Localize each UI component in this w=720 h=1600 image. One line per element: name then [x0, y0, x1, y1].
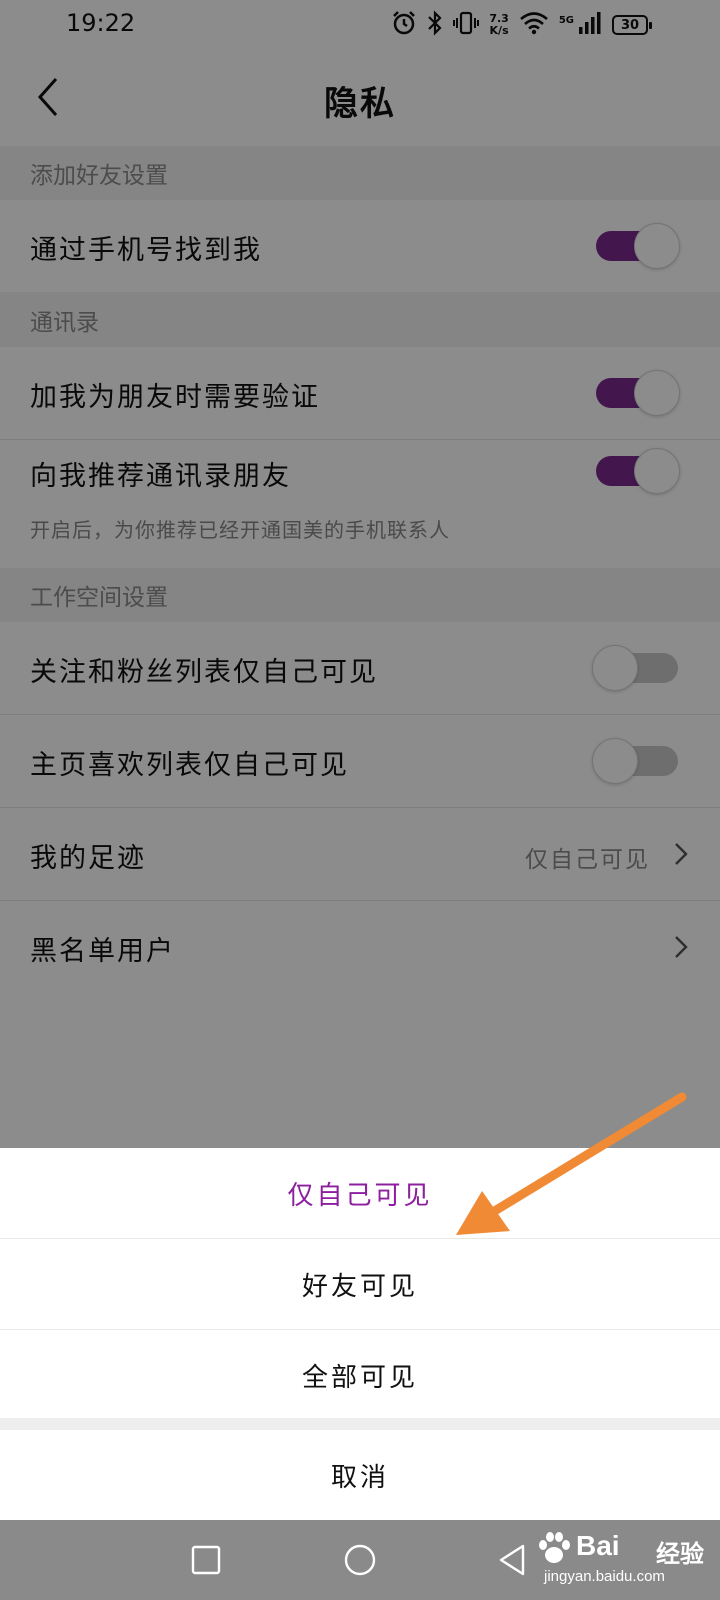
watermark-brand: Bai: [576, 1530, 620, 1561]
baidu-jingyan-watermark: Bai 经验 jingyan.baidu.com: [536, 1528, 706, 1592]
cancel-button[interactable]: 取消: [0, 1430, 720, 1520]
recent-apps-icon[interactable]: [186, 1540, 226, 1580]
paw-logo-icon: [539, 1532, 570, 1563]
sheet-gap: [0, 1418, 720, 1430]
privacy-screen: 19:22 7.3 K/s 5G 30 隐私 添加好友设置 通过手机号找到我 通…: [0, 0, 720, 1600]
option-everyone[interactable]: 全部可见: [0, 1330, 720, 1420]
annotation-arrow-icon: [456, 1092, 687, 1235]
home-icon[interactable]: [340, 1540, 380, 1580]
back-icon[interactable]: [492, 1540, 532, 1580]
option-friends[interactable]: 好友可见: [0, 1239, 720, 1329]
watermark-brand-suffix: 经验: [656, 1540, 704, 1568]
modal-overlay[interactable]: [0, 0, 720, 1148]
watermark-url: jingyan.baidu.com: [544, 1568, 665, 1585]
